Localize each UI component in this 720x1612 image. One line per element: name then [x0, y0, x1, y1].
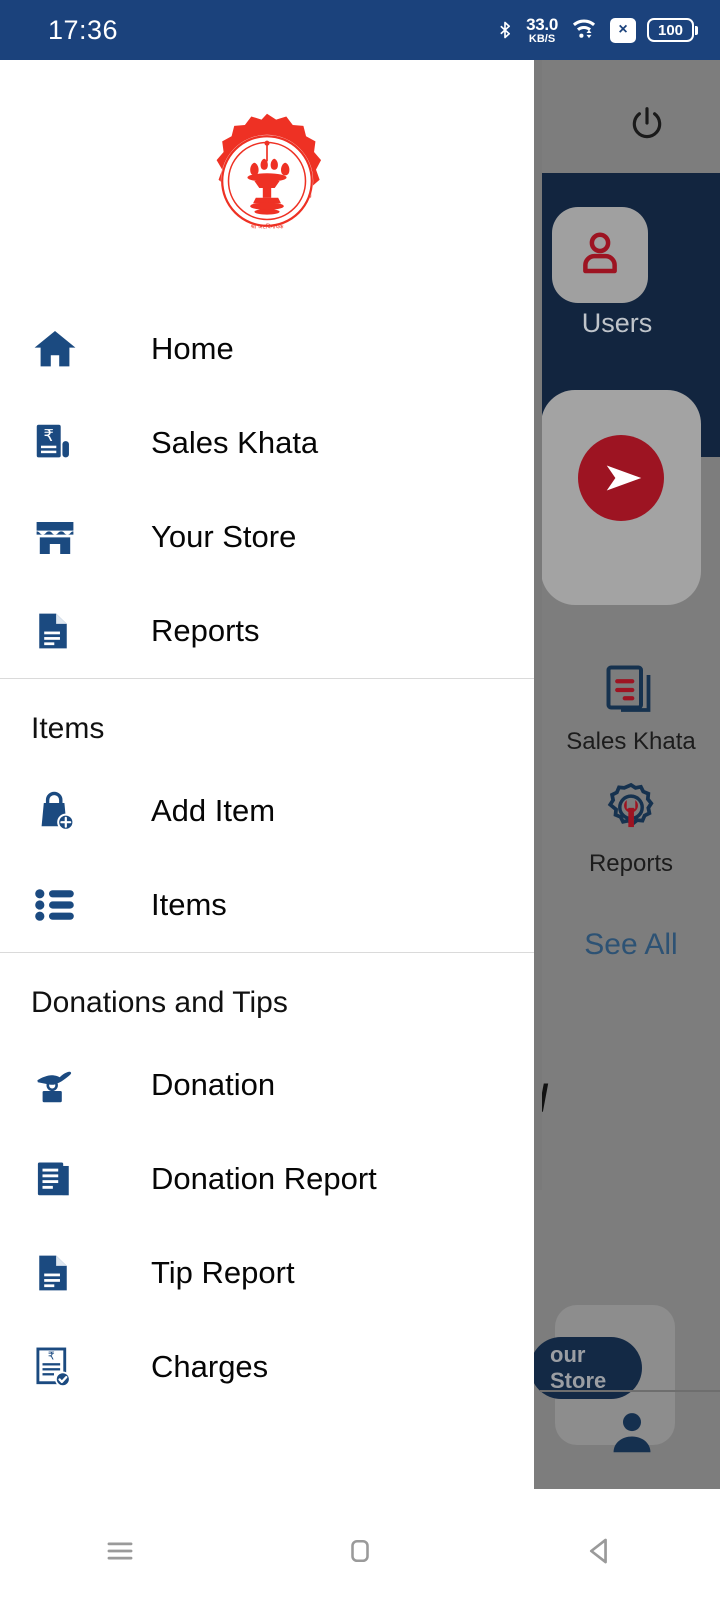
battery-tip: [695, 25, 698, 35]
drawer-item-charges[interactable]: ₹ Charges: [0, 1320, 534, 1414]
person-icon[interactable]: [605, 1405, 659, 1464]
invoice-check-icon: ₹: [31, 1344, 93, 1390]
gear-wrench-icon: [541, 778, 720, 842]
phone-screen: Users Sales Khata Reports See All / our …: [0, 0, 720, 1612]
svg-text:₹: ₹: [43, 426, 53, 445]
drawer-item-donation[interactable]: Donation: [0, 1038, 534, 1132]
wifi-icon: [569, 15, 599, 46]
drawer-item-label: Home: [151, 331, 234, 366]
document-report-icon: [31, 609, 93, 653]
drawer-scrollbar[interactable]: [534, 60, 542, 1190]
sales-khata-icon: [541, 660, 720, 720]
company-gear-lamp-logo: श्री अष्टविनायक: [216, 113, 322, 231]
back-button[interactable]: [540, 1532, 660, 1570]
bluetooth-icon: [495, 15, 515, 45]
drawer-item-label: Reports: [151, 613, 260, 648]
background-tile-label: Reports: [588, 850, 674, 877]
home-button[interactable]: [300, 1533, 420, 1569]
drawer-item-label: Your Store: [151, 519, 297, 554]
status-clock: 17:36: [48, 14, 119, 45]
drawer-item-tip-report[interactable]: Tip Report: [0, 1226, 534, 1320]
battery-indicator: 100: [647, 18, 698, 42]
store-icon: [31, 513, 93, 561]
send-arrow-icon[interactable]: [578, 435, 664, 521]
svg-text:₹: ₹: [48, 1350, 55, 1363]
network-speed-unit: KB/S: [528, 32, 556, 45]
drawer-item-items[interactable]: Items: [0, 858, 534, 952]
drawer-item-label: Donation Report: [151, 1161, 377, 1196]
background-bottombar-divider: [540, 1390, 720, 1392]
background-tile-reports[interactable]: Reports: [541, 778, 720, 878]
drawer-item-reports[interactable]: Reports: [0, 584, 534, 678]
sim-disabled-icon: ×: [610, 17, 636, 43]
drawer-item-label: Add Item: [151, 793, 276, 828]
user-icon: [573, 226, 627, 285]
drawer-item-donation-report[interactable]: Donation Report: [0, 1132, 534, 1226]
drawer-item-label: Tip Report: [151, 1255, 295, 1290]
drawer-item-label: Items: [151, 887, 227, 922]
drawer-section-title: Donations and Tips: [31, 986, 288, 1019]
bullet-list-icon: [31, 881, 93, 929]
drawer-item-add-item[interactable]: Add Item: [0, 764, 534, 858]
battery-level: 100: [647, 18, 694, 42]
drawer-item-label: Charges: [151, 1349, 269, 1384]
network-speed-value: 33.0: [526, 14, 558, 34]
document-stack-icon: [31, 1156, 93, 1202]
drawer-item-sales-khata[interactable]: ₹ Sales Khata: [0, 396, 534, 490]
power-icon[interactable]: [628, 104, 666, 142]
background-tile-sales-khata[interactable]: Sales Khata: [541, 660, 720, 756]
drawer-item-label: Sales Khata: [151, 425, 319, 460]
navigation-drawer[interactable]: श्री अष्टविनायक Home ₹ Sales Khata Your …: [0, 60, 534, 1489]
hand-coin-donation-icon: [31, 1061, 93, 1109]
drawer-item-your-store[interactable]: Your Store: [0, 490, 534, 584]
android-navigation-bar: [0, 1489, 720, 1612]
rupee-receipt-icon: ₹: [31, 420, 93, 466]
background-tile-label: Sales Khata: [566, 728, 696, 755]
svg-text:श्री अष्टविनायक: श्री अष्टविनायक: [251, 223, 284, 231]
background-see-all-link[interactable]: See All: [541, 928, 720, 962]
background-users-label: Users: [581, 308, 653, 338]
network-speed-indicator: 33.0 KB/S: [526, 16, 558, 45]
drawer-item-label: Donation: [151, 1067, 276, 1102]
drawer-item-home[interactable]: Home: [0, 302, 534, 396]
background-users-tile[interactable]: [552, 207, 648, 303]
drawer-section-items: Items Add Item Items: [0, 679, 534, 952]
home-icon: [31, 325, 93, 373]
drawer-logo-area: श्री अष्टविनायक: [0, 60, 534, 302]
document-icon: [31, 1251, 93, 1295]
status-icons: 33.0 KB/S × 100: [495, 15, 698, 46]
recent-apps-button[interactable]: [60, 1532, 180, 1570]
bag-plus-icon: [31, 787, 93, 835]
drawer-section-main: Home ₹ Sales Khata Your Store Reports: [0, 302, 534, 678]
drawer-section-donations: Donations and Tips Donation Donation Rep…: [0, 953, 534, 1414]
status-bar: 17:36 33.0 KB/S × 100: [0, 0, 720, 60]
drawer-section-title: Items: [31, 712, 105, 745]
